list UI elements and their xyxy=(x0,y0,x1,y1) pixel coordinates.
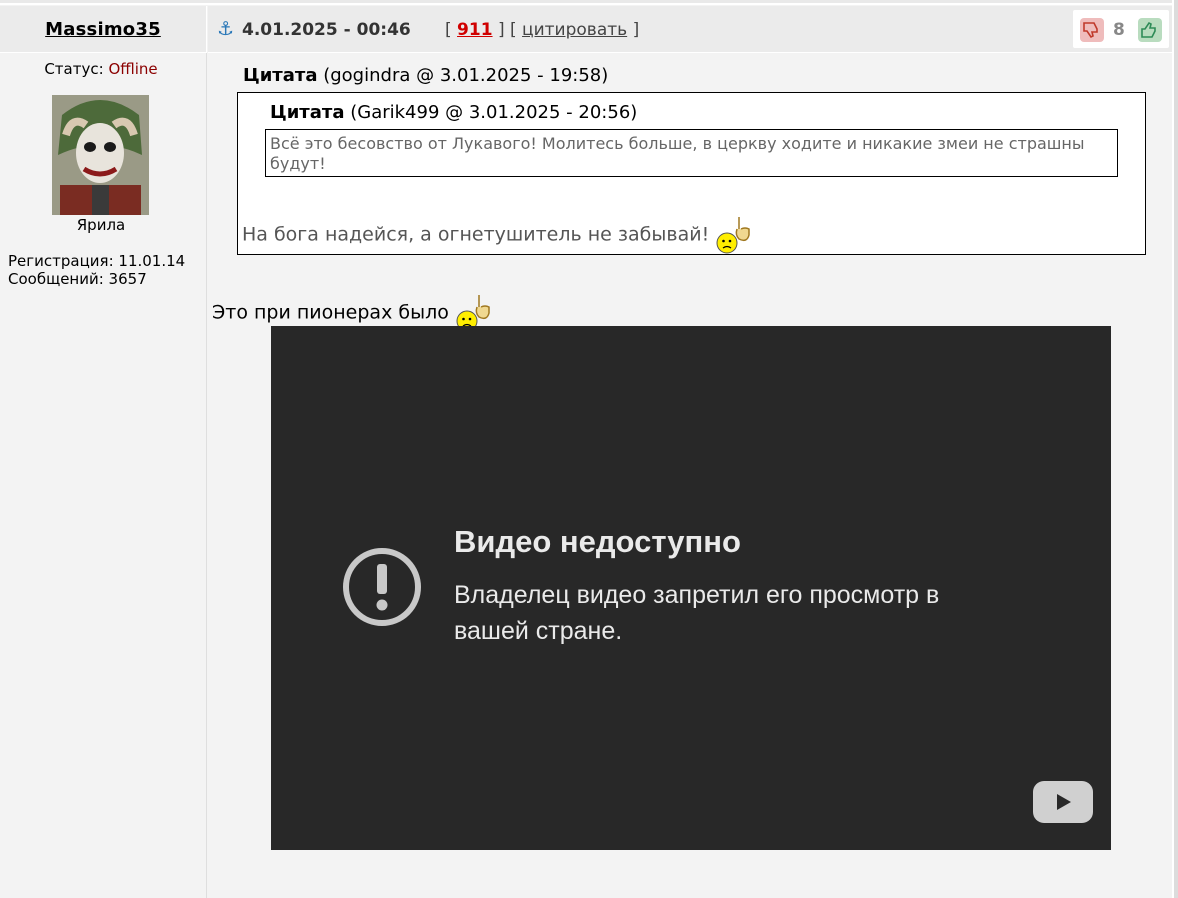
outer-quote-label: Цитата xyxy=(243,65,318,86)
author-header: Massimo35 xyxy=(0,6,207,53)
anchor-icon[interactable]: ⚓ xyxy=(217,18,234,40)
avatar[interactable] xyxy=(52,95,149,215)
inner-quote-label: Цитата xyxy=(270,102,345,123)
registration-date: Регистрация: 11.01.14 xyxy=(8,252,186,270)
rating-count: 8 xyxy=(1113,20,1125,40)
embedded-video[interactable]: Видео недоступно Владелец видео запретил… xyxy=(271,326,1111,850)
outer-quote-source: (gogindra @ 3.01.2025 - 19:58) xyxy=(323,65,609,86)
message-count: Сообщений: 3657 xyxy=(8,270,147,288)
status-value: Offline xyxy=(108,60,158,78)
video-error-message: Владелец видео запретил его просмотр в в… xyxy=(454,581,940,645)
quote-post-link[interactable]: цитировать xyxy=(522,20,627,40)
thumb-down-icon[interactable] xyxy=(1080,18,1104,42)
inner-quote-source: (Garik499 @ 3.01.2025 - 20:56) xyxy=(350,102,638,123)
pointing-smiley-icon xyxy=(715,215,755,255)
rating-box: 8 xyxy=(1073,10,1169,48)
post-number-link[interactable]: 911 xyxy=(457,20,493,40)
bracket-open: [ xyxy=(445,20,452,40)
outer-quote-block: Цитата (Garik499 @ 3.01.2025 - 20:56) Вс… xyxy=(237,92,1146,255)
post-header: ⚓ 4.01.2025 - 00:46 [ 911 ] [ цитировать… xyxy=(208,6,1172,53)
outer-quote-body: На бога надейся, а огнетушитель не забыв… xyxy=(242,215,755,255)
user-sidebar: Статус: Offline Ярила Регистрация: 11.01… xyxy=(0,53,207,898)
bracket-close: ] xyxy=(632,20,640,40)
post-meta: [ 911 ] [ цитировать ] xyxy=(445,20,639,40)
thumb-up-icon[interactable] xyxy=(1138,18,1162,42)
inner-quote-block: Всё это бесовство от Лукавого! Молитесь … xyxy=(265,129,1118,177)
user-rank: Ярила xyxy=(76,216,126,234)
author-name-link[interactable]: Massimo35 xyxy=(45,19,161,40)
status-label: Статус: xyxy=(44,60,104,78)
inner-quote-text: Всё это бесовство от Лукавого! Молитесь … xyxy=(270,134,1085,173)
reply-text: Это при пионерах было xyxy=(212,301,449,324)
inner-quote-title: Цитата (Garik499 @ 3.01.2025 - 20:56) xyxy=(270,102,637,123)
youtube-play-icon[interactable] xyxy=(1033,781,1093,823)
exclamation-icon xyxy=(343,548,421,626)
outer-quote-title: Цитата (gogindra @ 3.01.2025 - 19:58) xyxy=(243,65,608,86)
user-status: Статус: Offline xyxy=(0,60,202,78)
bracket-mid: ] [ xyxy=(497,20,517,40)
video-error-title: Видео недоступно xyxy=(454,524,741,559)
post-date: 4.01.2025 - 00:46 xyxy=(242,20,411,40)
user-stats: Регистрация: 11.01.14 Сообщений: 3657 xyxy=(8,252,185,288)
outer-quote-text: На бога надейся, а огнетушитель не забыв… xyxy=(242,223,710,246)
